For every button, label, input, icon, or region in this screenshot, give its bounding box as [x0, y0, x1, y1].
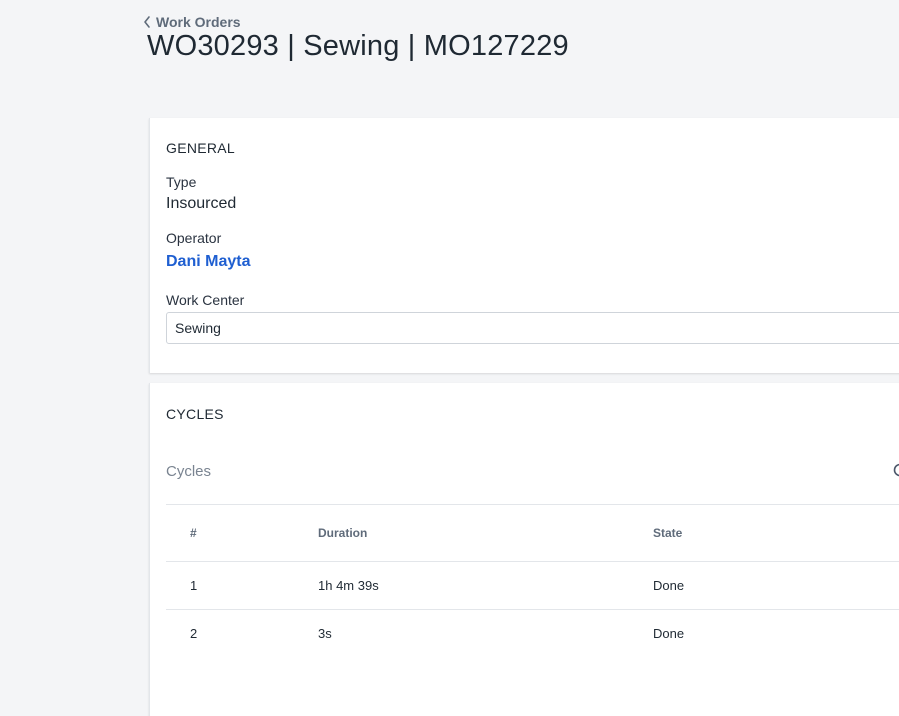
operator-label: Operator [166, 230, 222, 246]
page-title: WO30293 | Sewing | MO127229 [147, 30, 569, 62]
cycle-duration: 1h 4m 39s [318, 578, 379, 593]
table-row[interactable]: 1 1h 4m 39s Done [166, 562, 899, 610]
table-top-divider [166, 504, 899, 505]
back-to-work-orders-link[interactable]: Work Orders [142, 14, 241, 30]
general-card: GENERAL Type Insourced Operator Dani May… [149, 118, 899, 373]
column-header-duration[interactable]: Duration [318, 526, 367, 540]
cycle-duration: 3s [318, 626, 332, 641]
column-header-number[interactable]: # [190, 526, 197, 540]
general-heading: GENERAL [166, 140, 236, 156]
work-center-label: Work Center [166, 292, 245, 308]
cycle-state: Done [653, 578, 685, 593]
operator-link[interactable]: Dani Mayta [166, 253, 250, 271]
cycles-card: CYCLES Cycles # Duration State 1 1h 4m 3… [149, 383, 899, 716]
table-row[interactable]: 2 3s Done [166, 610, 899, 658]
work-center-select[interactable]: Sewing [166, 312, 899, 344]
chevron-left-icon [144, 16, 150, 28]
cycles-table-title: Cycles [166, 463, 212, 480]
back-link-label: Work Orders [156, 14, 241, 30]
search-icon[interactable] [893, 463, 899, 479]
page: Work Orders WO30293 | Sewing | MO127229 … [0, 0, 899, 716]
cycle-state: Done [653, 626, 685, 641]
type-value: Insourced [166, 195, 237, 212]
type-label: Type [166, 174, 197, 190]
cycle-number: 1 [190, 578, 198, 593]
cycle-number: 2 [190, 626, 198, 641]
cycles-heading: CYCLES [166, 406, 224, 422]
column-header-state[interactable]: State [653, 526, 682, 540]
